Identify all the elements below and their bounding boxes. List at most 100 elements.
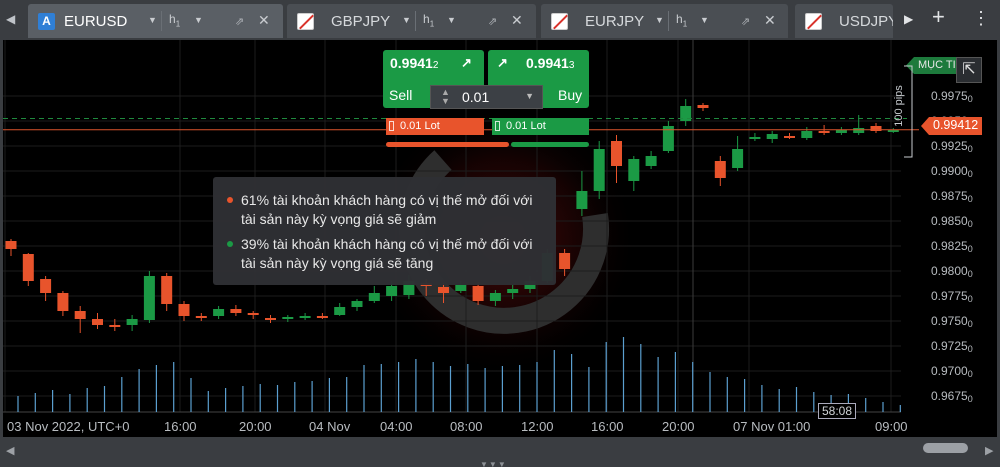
candle	[40, 276, 52, 301]
candle	[732, 136, 744, 171]
price-tick-label: 0.97000	[931, 364, 973, 379]
candle	[316, 313, 328, 319]
quantity-value[interactable]: 0.01	[462, 89, 489, 105]
candle	[195, 313, 207, 321]
timeframe-dropdown-icon[interactable]: ▼	[700, 15, 709, 25]
candle-body	[697, 105, 709, 108]
price-tick-label: 0.98750	[931, 189, 973, 204]
price-tick-label: 0.97750	[931, 289, 973, 304]
stepper-arrows-icon[interactable]: ▲ ▼	[441, 88, 450, 106]
candle-body	[195, 316, 207, 318]
candle-body	[57, 293, 69, 311]
candle	[870, 123, 882, 133]
quantity-dropdown-icon[interactable]: ▼	[525, 91, 534, 101]
timeframe-selector[interactable]: h1	[676, 12, 687, 28]
time-tick-label: 20:00	[662, 419, 695, 434]
sentiment-buy-row: 39% tài khoản khách hàng có vị thế mở đố…	[227, 235, 544, 273]
sell-lot-line[interactable]: 0.01 Lot	[386, 118, 484, 135]
candle	[749, 133, 761, 141]
trade-panel: 0.99412 ↗ Sell ↗ 0.99413 Buy ▲ ▼ 0.01 ▼ 0…	[383, 50, 589, 160]
sentiment-buy-bar[interactable]	[511, 142, 589, 147]
candle	[801, 127, 813, 140]
symbol-dropdown-icon[interactable]: ▼	[148, 15, 157, 25]
timeframe-dropdown-icon[interactable]: ▼	[447, 15, 456, 25]
close-icon[interactable]: ✕	[258, 12, 270, 29]
more-menu-icon[interactable]: ⋮	[972, 8, 990, 29]
candle-body	[161, 276, 173, 304]
candle-body	[282, 317, 294, 319]
symbol-dropdown-icon[interactable]: ▼	[655, 15, 664, 25]
candle-body	[213, 309, 225, 316]
price-tick-label: 0.99000	[931, 164, 973, 179]
pips-label: 100 pips	[893, 85, 905, 127]
time-tick-label: 08:00	[450, 419, 483, 434]
time-tick-label: 20:00	[239, 419, 272, 434]
candle	[835, 127, 847, 135]
popout-icon[interactable]: ⇗	[488, 15, 497, 28]
current-price-marker: 0.99412	[921, 117, 983, 135]
timeframe-selector[interactable]: h1	[169, 12, 180, 28]
scrollbar-thumb[interactable]	[923, 443, 968, 453]
price-chart[interactable]: 0.997500.995000.992500.990000.987500.985…	[3, 40, 997, 437]
candle-body	[818, 131, 830, 133]
timeframe-dropdown-icon[interactable]: ▼	[194, 15, 203, 25]
candle-body	[749, 137, 761, 139]
candle	[299, 313, 311, 320]
candle-body	[611, 141, 622, 166]
candle	[126, 315, 138, 331]
candle	[247, 311, 259, 319]
candle	[334, 303, 346, 316]
flag-icon	[805, 13, 822, 30]
candle	[351, 299, 363, 311]
candle-body	[22, 254, 34, 281]
candle-body	[507, 289, 519, 293]
tab-eurjpy[interactable]: EURJPY ▼ h1 ▼ ⇗ ✕	[541, 4, 788, 38]
buy-lot-line[interactable]: 0.01 Lot	[492, 118, 589, 135]
candle-body	[230, 309, 242, 313]
price-tick-label: 0.99750	[931, 89, 973, 104]
buy-arrow-icon: ↗	[497, 55, 508, 70]
price-tick-label: 0.97500	[931, 314, 973, 329]
add-tab-icon[interactable]: +	[932, 4, 945, 30]
candle	[628, 156, 640, 191]
candle-body	[265, 318, 276, 320]
tab-symbol-name: USDJPY	[839, 13, 893, 30]
candle	[714, 156, 726, 186]
tab-divider	[415, 11, 416, 31]
time-tick-label: 16:00	[164, 419, 197, 434]
time-tick-label: 04:00	[380, 419, 413, 434]
candle-body	[438, 287, 449, 293]
price-tick-label: 0.99250	[931, 139, 973, 154]
symbol-dropdown-icon[interactable]: ▼	[402, 15, 411, 25]
scroll-left-icon[interactable]: ◀	[6, 444, 14, 457]
popout-icon[interactable]: ⇗	[741, 15, 750, 28]
time-tick-label: 03 Nov 2022, UTC+0	[7, 419, 130, 434]
timeframe-selector[interactable]: h1	[423, 12, 434, 28]
candle-body	[74, 311, 86, 319]
buy-dot-icon	[227, 241, 233, 247]
tab-gbpjpy[interactable]: GBPJPY ▼ h1 ▼ ⇗ ✕	[287, 4, 536, 38]
candle	[766, 131, 778, 143]
popout-icon[interactable]: ⇗	[235, 15, 244, 28]
close-icon[interactable]: ✕	[511, 12, 523, 29]
tab-scroll-left-icon[interactable]: ◀	[6, 12, 15, 26]
horizontal-scrollbar[interactable]: ◀ ▶ ▼▼▼	[0, 437, 1000, 467]
resize-grip-icon[interactable]: ▼▼▼	[480, 460, 512, 467]
tab-scroll-right-icon[interactable]: ▶	[904, 12, 913, 26]
candle-body	[368, 293, 380, 301]
candle	[784, 133, 795, 139]
quantity-stepper[interactable]: ▲ ▼ 0.01 ▼	[430, 85, 543, 109]
time-tick-label: 04 Nov	[309, 419, 351, 434]
drag-handle-icon[interactable]	[495, 121, 500, 131]
candle	[662, 121, 674, 153]
scroll-right-icon[interactable]: ▶	[985, 444, 993, 457]
tab-usdjpy[interactable]: USDJPY	[795, 4, 893, 38]
tab-divider	[668, 11, 669, 31]
close-icon[interactable]: ✕	[764, 12, 776, 29]
expand-chart-icon[interactable]: ⇱	[956, 57, 982, 83]
tab-eurusd[interactable]: A EURUSD ▼ h1 ▼ ⇗ ✕	[28, 4, 283, 38]
candle-body	[593, 149, 605, 191]
candle-body	[489, 293, 501, 301]
drag-handle-icon[interactable]	[389, 121, 394, 131]
sentiment-sell-bar[interactable]	[386, 142, 509, 147]
